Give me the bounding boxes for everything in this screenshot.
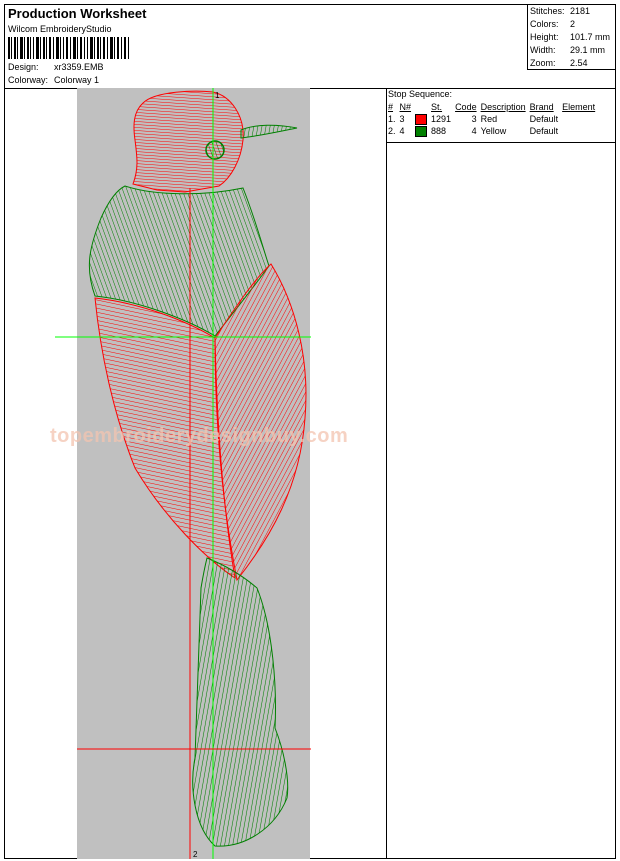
stat-colors: Colors: 2 xyxy=(530,19,576,29)
col-code: Code xyxy=(455,102,477,112)
design-value: xr3359.EMB xyxy=(54,62,104,72)
eye-green xyxy=(205,140,225,160)
colorway-value: Colorway 1 xyxy=(54,75,100,85)
color-swatch-red xyxy=(415,113,428,125)
stop-sequence-table: # N# St. Code Description Brand Element … xyxy=(387,101,598,137)
design-label: Design: xyxy=(8,62,39,72)
stat-width: Width: 29.1 mm xyxy=(530,45,606,55)
watermark: topembroiderydesignbuy.com xyxy=(50,425,349,447)
col-brand: Brand xyxy=(529,102,554,112)
table-row: 2. 4 888 4 Yellow Default xyxy=(388,125,559,137)
worksheet-header: Production Worksheet Wilcom EmbroiderySt… xyxy=(5,5,616,89)
stop-sequence-panel: Stop Sequence: # N# St. Code Description… xyxy=(387,88,615,143)
embroidery-design xyxy=(55,88,311,859)
page-title: Production Worksheet xyxy=(8,6,147,21)
col-needle: N# xyxy=(399,102,412,112)
barcode xyxy=(8,37,129,59)
col-description: Description xyxy=(480,102,526,112)
col-index: # xyxy=(388,102,394,112)
table-row: 1. 3 1291 3 Red Default xyxy=(388,113,559,125)
stat-stitches: Stitches: 2181 xyxy=(530,6,591,16)
col-element: Element xyxy=(562,102,596,112)
company-name: Wilcom EmbroideryStudio xyxy=(8,24,112,34)
col-swatch xyxy=(414,101,430,113)
head-red-fill xyxy=(132,90,244,193)
beak-green xyxy=(240,124,298,139)
color-swatch-green xyxy=(415,125,428,137)
worksheet: Production Worksheet Wilcom EmbroiderySt… xyxy=(4,4,616,859)
marker-start: 1 xyxy=(215,91,220,100)
col-stitches: St. xyxy=(431,102,443,112)
stats-panel: Stitches: 2181 Colors: 2 Height: 101.7 mm W… xyxy=(527,5,616,70)
stop-sequence-caption: Stop Sequence: xyxy=(388,89,453,99)
colorway-label: Colorway: xyxy=(8,75,49,85)
design-preview: topembroiderydesignbuy.com 1 2 xyxy=(5,88,387,859)
stat-height: Height: 101.7 mm xyxy=(530,32,611,42)
tail-green-fill xyxy=(192,557,289,847)
marker-end: 2 xyxy=(193,850,198,859)
stat-zoom: Zoom: 2.54 xyxy=(530,58,588,68)
